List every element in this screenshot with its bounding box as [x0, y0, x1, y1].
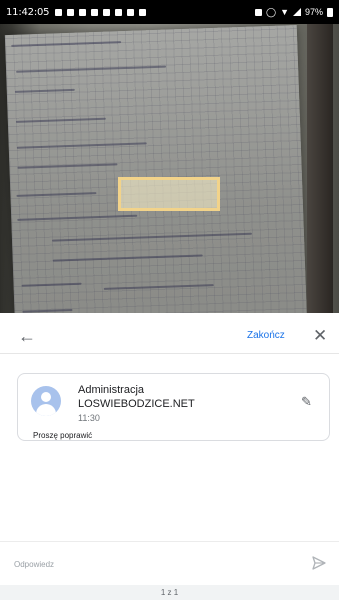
document-photo[interactable] [0, 24, 339, 313]
comment-author-domain: LOSWIEBODZICE.NET [78, 398, 195, 410]
comment-author: Administracja [78, 384, 145, 396]
notification-icon [55, 8, 63, 16]
notification-icon [115, 8, 123, 16]
reply-input[interactable] [14, 555, 284, 573]
arrow-left-icon: ← [18, 326, 36, 346]
notification-icons [55, 8, 147, 16]
status-time: 11:42:05 [6, 6, 50, 18]
close-icon: ✕ [313, 326, 328, 345]
person-avatar-icon [31, 386, 61, 416]
comment-time: 11:30 [78, 413, 100, 423]
send-button[interactable] [311, 555, 327, 571]
photo-background [307, 24, 333, 313]
finish-button[interactable]: Zakończ [247, 330, 285, 341]
notification-icon [139, 8, 147, 16]
pencil-icon: ✎ [301, 394, 312, 409]
alarm-icon: ◯ [265, 6, 277, 17]
signal-icon [292, 8, 301, 16]
comment-card[interactable]: Administracja LOSWIEBODZICE.NET 11:30 ✎ … [17, 373, 330, 441]
status-bar: 11:42:05 ◯ ▼ 97% [0, 0, 339, 24]
comment-text: Proszę poprawić [33, 431, 93, 440]
page-indicator: 1 z 1 [0, 585, 339, 600]
message-icon [79, 8, 87, 16]
wifi-icon: ▼ [280, 7, 289, 17]
send-icon [312, 556, 326, 570]
mail-icon [67, 8, 75, 16]
reply-bar [0, 541, 339, 585]
comment-toolbar: ← Zakończ ✕ [0, 320, 339, 354]
back-button[interactable]: ← [18, 326, 38, 346]
image-icon [103, 8, 111, 16]
notification-icon [91, 8, 99, 16]
comment-highlight[interactable] [118, 177, 220, 211]
edit-comment-button[interactable]: ✎ [301, 394, 317, 410]
close-button[interactable]: ✕ [313, 326, 329, 346]
notebook-page [4, 24, 308, 313]
nfc-icon [254, 8, 262, 16]
battery-icon [327, 7, 333, 17]
notification-icon [127, 8, 135, 16]
battery-level: 97% [304, 7, 323, 17]
system-icons: ◯ ▼ 97% [254, 6, 333, 18]
